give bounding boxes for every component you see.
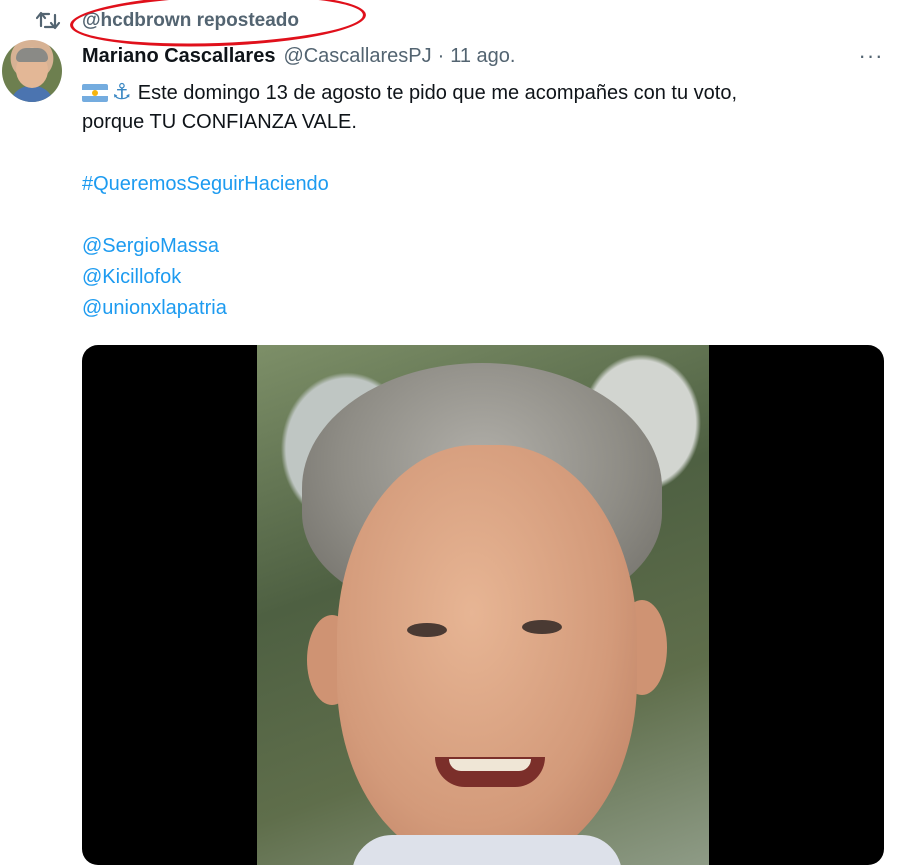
anchor-icon: ⚓ [112, 79, 132, 104]
argentina-flag-icon [82, 84, 108, 102]
mention-link-kicillofok[interactable]: @Kicillofok [82, 266, 181, 288]
timestamp[interactable]: 11 ago. [450, 45, 515, 68]
avatar[interactable] [2, 40, 62, 102]
hashtag-link[interactable]: #QueremosSeguirHaciendo [82, 173, 329, 195]
mention-link-sergiomassa[interactable]: @SergioMassa [82, 235, 219, 257]
repost-icon [36, 11, 61, 30]
tweet-header: Mariano Cascallares @CascallaresPJ · 11 … [82, 42, 515, 70]
more-options-button[interactable]: ··· [854, 43, 888, 68]
tweet-body: ⚓ Este domingo 13 de agosto te pido que m… [82, 76, 882, 324]
tweet-media[interactable] [82, 345, 884, 865]
tweet-text: Este domingo 13 de agosto te pido que me… [137, 82, 738, 104]
media-photo[interactable] [257, 345, 709, 865]
author-handle[interactable]: @CascallaresPJ [283, 45, 431, 68]
tweet-text-line-1: ⚓ Este domingo 13 de agosto te pido que m… [82, 76, 882, 107]
repost-header: @hcdbrown reposteado [36, 6, 299, 36]
separator: · [437, 44, 445, 67]
tweet-text-line-2: porque TU CONFIANZA VALE. [82, 111, 357, 133]
mention-link-unionxlapatria[interactable]: @unionxlapatria [82, 297, 227, 319]
repost-label[interactable]: @hcdbrown reposteado [82, 10, 299, 32]
author-display-name[interactable]: Mariano Cascallares [82, 45, 275, 68]
